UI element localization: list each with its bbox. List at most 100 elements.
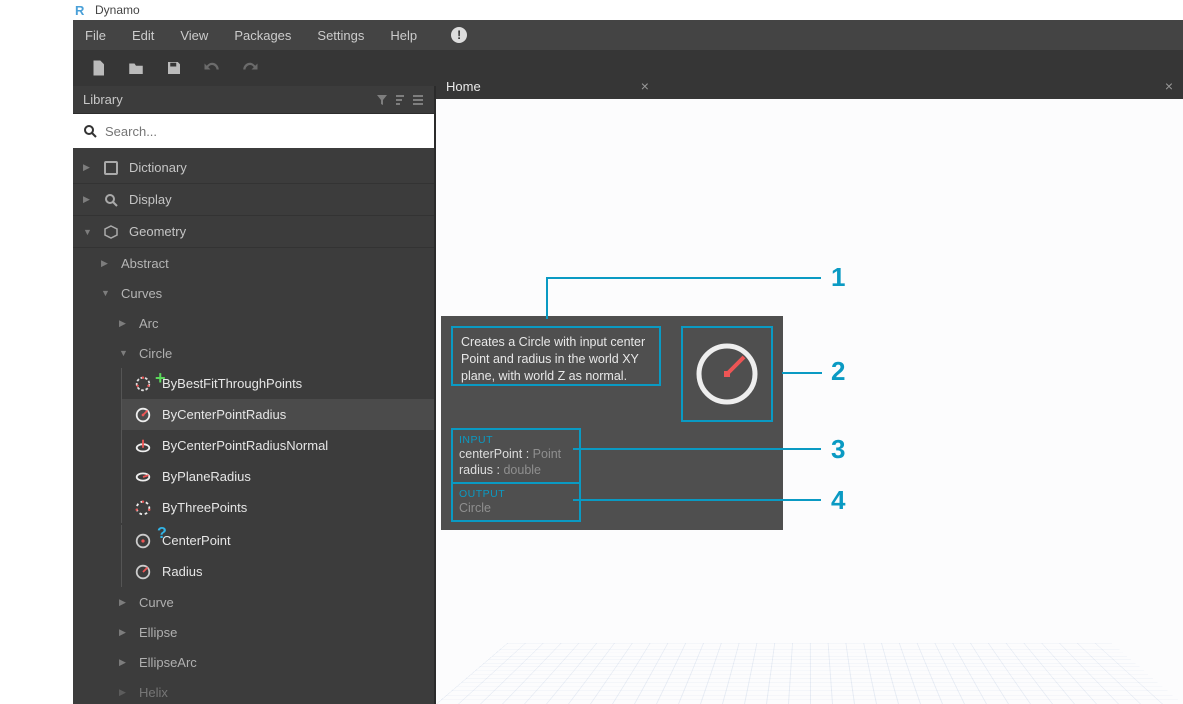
chevron-right-icon: ▶ bbox=[119, 597, 129, 608]
callout-line bbox=[573, 448, 821, 450]
new-file-icon[interactable] bbox=[89, 59, 107, 77]
circle-radius-only-icon bbox=[134, 563, 152, 581]
subcategory-label: Abstract bbox=[121, 256, 169, 271]
subcategory-helix[interactable]: ▶ Helix bbox=[73, 677, 434, 704]
cube-icon bbox=[104, 225, 118, 239]
output-row: Circle bbox=[459, 500, 573, 516]
chevron-right-icon: ▶ bbox=[119, 318, 129, 329]
subcategory-label: Ellipse bbox=[139, 625, 177, 640]
circle-radius-icon bbox=[134, 406, 152, 424]
node-bythreepoints[interactable]: ByThreePoints bbox=[122, 492, 434, 523]
node-label: ByBestFitThroughPoints bbox=[162, 376, 302, 391]
tooltip-input-box: INPUT centerPoint : Point radius : doubl… bbox=[451, 428, 581, 484]
search-input[interactable] bbox=[105, 124, 424, 139]
redo-icon[interactable] bbox=[241, 59, 259, 77]
circle-dashed-icon bbox=[134, 375, 152, 393]
close-panel-icon[interactable]: × bbox=[1165, 78, 1173, 94]
menu-edit[interactable]: Edit bbox=[132, 28, 154, 43]
circle-plane-icon bbox=[134, 468, 152, 486]
book-icon bbox=[104, 161, 118, 175]
input-row: centerPoint : Point bbox=[459, 446, 573, 462]
tooltip-preview bbox=[681, 326, 773, 422]
library-panel: Library ▶ Dictionary ▶ bbox=[73, 86, 434, 704]
undo-icon[interactable] bbox=[203, 59, 221, 77]
callout-line bbox=[573, 499, 821, 501]
sort-icon[interactable] bbox=[394, 94, 406, 106]
subcategory-label: Curve bbox=[139, 595, 174, 610]
menu-help[interactable]: Help bbox=[390, 28, 417, 43]
subcategory-circle[interactable]: ▼ Circle bbox=[73, 338, 434, 368]
workspace-tabbar: Home × × bbox=[436, 73, 1183, 99]
output-label: OUTPUT bbox=[459, 488, 573, 500]
subcategory-arc[interactable]: ▶ Arc bbox=[73, 308, 434, 338]
library-header: Library bbox=[73, 86, 434, 114]
node-label: ByCenterPointRadiusNormal bbox=[162, 438, 328, 453]
tooltip-description: Creates a Circle with input center Point… bbox=[461, 335, 645, 383]
node-bycenterpointradiusnormal[interactable]: ByCenterPointRadiusNormal bbox=[122, 430, 434, 461]
annotation-2: 2 bbox=[831, 356, 845, 387]
callout-line bbox=[546, 277, 821, 279]
category-geometry[interactable]: ▼ Geometry bbox=[73, 216, 434, 248]
tab-home[interactable]: Home bbox=[446, 79, 481, 94]
menu-file[interactable]: File bbox=[85, 28, 106, 43]
circle-center-icon bbox=[134, 532, 152, 550]
library-title: Library bbox=[83, 92, 123, 107]
chevron-right-icon: ▶ bbox=[83, 194, 93, 205]
subcategory-ellipse[interactable]: ▶ Ellipse bbox=[73, 617, 434, 647]
window-title: Dynamo bbox=[95, 3, 140, 17]
chevron-right-icon: ▶ bbox=[119, 657, 129, 668]
search-bar bbox=[73, 114, 434, 148]
node-byplaneradius[interactable]: ByPlaneRadius bbox=[122, 461, 434, 492]
menu-packages[interactable]: Packages bbox=[234, 28, 291, 43]
node-bycenterpointradius[interactable]: ByCenterPointRadius bbox=[122, 399, 434, 430]
node-label: CenterPoint bbox=[162, 533, 231, 548]
revit-icon: R bbox=[75, 3, 89, 17]
input-label: INPUT bbox=[459, 434, 573, 446]
titlebar: R Dynamo bbox=[73, 0, 1183, 20]
app-window: R Dynamo File Edit View Packages Setting… bbox=[73, 0, 1183, 704]
subcategory-ellipsearc[interactable]: ▶ EllipseArc bbox=[73, 647, 434, 677]
chevron-right-icon: ▶ bbox=[119, 687, 129, 698]
circle-3pts-icon bbox=[134, 499, 152, 517]
category-display[interactable]: ▶ Display bbox=[73, 184, 434, 216]
subcategory-abstract[interactable]: ▶ Abstract bbox=[73, 248, 434, 278]
alert-icon[interactable]: ! bbox=[451, 27, 467, 43]
subcategory-curves[interactable]: ▼ Curves bbox=[73, 278, 434, 308]
subcategory-label: Curves bbox=[121, 286, 162, 301]
node-label: ByPlaneRadius bbox=[162, 469, 251, 484]
close-tab-icon[interactable]: × bbox=[641, 78, 649, 94]
tooltip-output-box: OUTPUT Circle bbox=[451, 484, 581, 522]
node-label: ByCenterPointRadius bbox=[162, 407, 286, 422]
circle-preview-icon bbox=[692, 339, 762, 409]
magnify-icon bbox=[104, 193, 118, 207]
node-tooltip: Creates a Circle with input center Point… bbox=[441, 316, 783, 530]
subcategory-label: Helix bbox=[139, 685, 168, 700]
chevron-right-icon: ▶ bbox=[119, 627, 129, 638]
subcategory-label: Arc bbox=[139, 316, 159, 331]
chevron-down-icon: ▼ bbox=[101, 288, 111, 298]
input-row: radius : double bbox=[459, 462, 573, 478]
search-icon bbox=[83, 124, 97, 138]
tooltip-description-box: Creates a Circle with input center Point… bbox=[451, 326, 661, 386]
node-centerpoint[interactable]: CenterPoint bbox=[122, 525, 434, 556]
subcategory-curve[interactable]: ▶ Curve bbox=[73, 587, 434, 617]
node-bybestfitthroughpoints[interactable]: ByBestFitThroughPoints bbox=[122, 368, 434, 399]
subcategory-label: EllipseArc bbox=[139, 655, 197, 670]
menu-settings[interactable]: Settings bbox=[317, 28, 364, 43]
annotation-3: 3 bbox=[831, 434, 845, 465]
filter-icon[interactable] bbox=[376, 94, 388, 106]
create-group-icon: + bbox=[155, 368, 166, 389]
callout-line bbox=[782, 372, 822, 374]
query-group-icon: ? bbox=[157, 525, 167, 543]
list-view-icon[interactable] bbox=[412, 94, 424, 106]
node-radius[interactable]: Radius bbox=[122, 556, 434, 587]
node-label: ByThreePoints bbox=[162, 500, 247, 515]
chevron-right-icon: ▶ bbox=[101, 258, 111, 269]
save-icon[interactable] bbox=[165, 59, 183, 77]
category-dictionary[interactable]: ▶ Dictionary bbox=[73, 152, 434, 184]
open-file-icon[interactable] bbox=[127, 59, 145, 77]
menu-view[interactable]: View bbox=[180, 28, 208, 43]
node-label: Radius bbox=[162, 564, 202, 579]
subcategory-label: Circle bbox=[139, 346, 172, 361]
library-tree: ▶ Dictionary ▶ Display ▼ Geometry ▶ Abst… bbox=[73, 148, 434, 704]
